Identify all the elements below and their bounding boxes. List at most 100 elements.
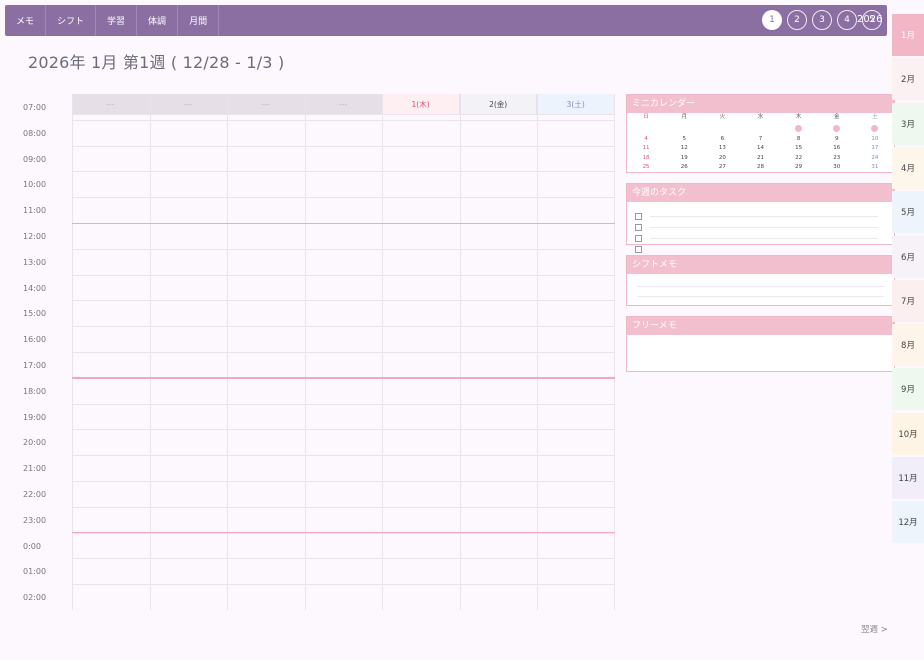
mini-calendar-day[interactable]: 11 — [627, 144, 665, 153]
month-tab-6[interactable]: 6月 — [892, 235, 924, 278]
mini-calendar-day[interactable]: 20 — [703, 154, 741, 163]
mini-calendar-day[interactable]: 27 — [703, 163, 741, 172]
task-checkbox-1[interactable] — [635, 213, 642, 220]
month-tab-1[interactable]: 1月 — [892, 14, 924, 56]
task-checkbox-2[interactable] — [635, 224, 642, 231]
top-navigation-bar: メモ シフト 学習 体調 月間 1 2 3 4 5 2026 — [5, 5, 887, 36]
mini-calendar-day[interactable]: 30 — [818, 163, 856, 172]
mini-calendar-day[interactable]: 14 — [741, 144, 779, 153]
day-header[interactable]: 2(金) — [459, 94, 538, 114]
mini-calendar-day[interactable]: 16 — [818, 144, 856, 153]
week-pill-2[interactable]: 2 — [787, 10, 807, 30]
nav-health[interactable]: 体調 — [137, 5, 179, 36]
next-week-link[interactable]: 翌週 > — [861, 623, 888, 635]
grid-hour-line — [72, 455, 615, 457]
grid-hour-line — [72, 145, 615, 147]
day-header[interactable]: --- — [149, 94, 228, 114]
mini-calendar-day[interactable]: 13 — [703, 144, 741, 153]
mini-calendar-weekday: 火 — [719, 114, 726, 120]
mini-calendar-day[interactable]: 17 — [856, 144, 894, 153]
grid-hour-line — [72, 506, 615, 508]
time-label: 14:00 — [23, 283, 47, 293]
shift-memo-title: シフトメモ — [627, 256, 894, 274]
day-header[interactable]: 1(木) — [382, 94, 460, 114]
time-label: 21:00 — [23, 464, 47, 474]
task-line-2[interactable] — [650, 227, 878, 228]
planner-page: メモ シフト 学習 体調 月間 1 2 3 4 5 2026 2026年 1月 … — [0, 0, 924, 660]
week-selector: 1 2 3 4 5 2026 — [762, 10, 892, 31]
mini-calendar-day[interactable]: 6 — [703, 135, 741, 144]
mini-calendar-day[interactable]: 8 — [780, 135, 818, 144]
mini-calendar-day[interactable]: 18 — [627, 154, 665, 163]
mini-calendar-day[interactable]: 10 — [856, 135, 894, 144]
time-label: 07:00 — [23, 103, 47, 112]
nav-memo[interactable]: メモ — [5, 5, 47, 36]
day-header[interactable]: --- — [304, 94, 383, 114]
grid-period-separator — [72, 222, 615, 224]
shift-memo-line-2[interactable] — [637, 296, 884, 297]
day-header[interactable]: --- — [72, 94, 150, 114]
month-tab-5[interactable]: 5月 — [892, 191, 924, 234]
mini-calendar-week-row: 25 26 27 28 29 30 31 — [627, 163, 894, 172]
mini-calendar-day[interactable]: 26 — [665, 163, 703, 172]
grid-period-separator — [72, 531, 615, 533]
week-pill-1[interactable]: 1 — [762, 10, 782, 30]
mini-calendar-day[interactable] — [856, 125, 894, 134]
year-label: 2026 — [857, 14, 883, 25]
time-label: 01:00 — [23, 567, 47, 577]
free-memo-area[interactable] — [627, 335, 894, 371]
month-tab-12[interactable]: 12月 — [892, 501, 924, 544]
time-label: 02:00 — [23, 593, 47, 603]
mini-calendar-day[interactable]: 9 — [818, 135, 856, 144]
mini-calendar-day[interactable]: 25 — [627, 163, 665, 172]
mini-calendar-day[interactable]: 31 — [856, 163, 894, 172]
grid-hour-line — [72, 481, 615, 482]
task-line-1[interactable] — [650, 216, 878, 217]
mini-calendar-day[interactable]: 23 — [818, 154, 856, 163]
day-header[interactable]: --- — [227, 94, 305, 114]
mini-calendar-day[interactable]: 4 — [627, 135, 665, 144]
month-tab-11[interactable]: 11月 — [892, 457, 924, 499]
month-tab-10[interactable]: 10月 — [892, 412, 924, 455]
mini-calendar-weekday: 日 — [643, 114, 649, 120]
mini-calendar-weekday: 土 — [872, 114, 878, 120]
mini-calendar-day[interactable]: 22 — [780, 154, 818, 163]
mini-calendar-day[interactable] — [780, 125, 818, 134]
mini-calendar-day[interactable]: 15 — [780, 144, 818, 153]
nav-monthly[interactable]: 月間 — [178, 5, 220, 36]
time-label: 23:00 — [23, 515, 47, 525]
month-tab-7[interactable]: 7月 — [892, 279, 924, 322]
grid-hour-line — [72, 274, 615, 276]
task-row-3 — [627, 233, 894, 244]
week-pill-3[interactable]: 3 — [812, 10, 832, 30]
mini-calendar-day[interactable]: 7 — [741, 135, 779, 144]
mini-calendar-day[interactable] — [818, 125, 856, 134]
month-tab-4[interactable]: 4月 — [892, 146, 924, 189]
week-pill-4[interactable]: 4 — [837, 10, 857, 30]
month-tab-2[interactable]: 2月 — [892, 58, 924, 101]
day-header[interactable]: 3(土) — [537, 94, 615, 114]
mini-calendar-day — [627, 125, 665, 134]
shift-memo-line-1[interactable] — [637, 286, 884, 287]
month-tab-9[interactable]: 9月 — [892, 368, 924, 411]
nav-study[interactable]: 学習 — [96, 5, 138, 36]
weekly-tasks-panel: 今週のタスク — [626, 183, 895, 253]
mini-calendar-weekday: 金 — [834, 114, 840, 120]
task-line-3[interactable] — [650, 238, 878, 239]
task-checkbox-3[interactable] — [635, 235, 642, 242]
mini-calendar-weekday: 水 — [757, 114, 764, 120]
mini-calendar-day[interactable]: 29 — [780, 163, 818, 172]
mini-calendar-day[interactable]: 5 — [665, 135, 703, 144]
mini-calendar-title: ミニカレンダー — [627, 95, 894, 113]
mini-calendar-day — [741, 125, 779, 134]
month-tab-8[interactable]: 8月 — [892, 324, 924, 367]
mini-calendar-day[interactable]: 19 — [665, 154, 703, 163]
mini-calendar-day[interactable]: 24 — [856, 154, 894, 163]
mini-calendar-day[interactable]: 21 — [741, 154, 779, 163]
month-tab-3[interactable]: 3月 — [892, 102, 924, 145]
nav-shift[interactable]: シフト — [46, 5, 97, 36]
grid-hour-line — [72, 558, 615, 560]
mini-calendar-day[interactable]: 12 — [665, 144, 703, 153]
task-checkbox-4[interactable] — [635, 246, 642, 253]
mini-calendar-day[interactable]: 28 — [741, 163, 779, 172]
